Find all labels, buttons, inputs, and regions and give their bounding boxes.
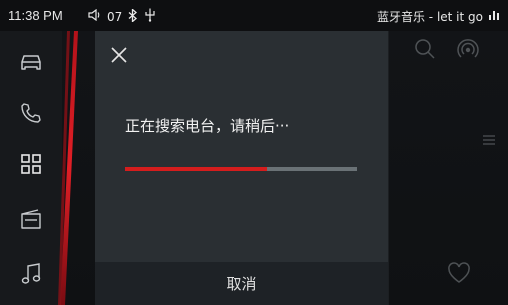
now-playing-text: 蓝牙音乐 - let it go	[376, 10, 483, 24]
heart-icon[interactable]	[447, 262, 471, 288]
search-icon[interactable]	[414, 38, 436, 64]
search-progress-bar	[125, 167, 357, 171]
status-bar: 11:38 PM 07 蓝牙音乐 - let it go	[0, 0, 508, 31]
sidebar-accent-stripe	[58, 31, 78, 305]
volume-icon	[88, 8, 101, 24]
phone-icon	[20, 102, 42, 128]
sidebar-item-radio[interactable]	[0, 195, 62, 247]
sidebar-item-apps[interactable]	[0, 140, 62, 192]
status-icons: 07	[88, 7, 156, 25]
close-icon[interactable]	[109, 45, 129, 65]
sidebar-item-phone[interactable]	[0, 89, 62, 141]
music-note-icon	[21, 263, 41, 289]
searching-message: 正在搜索电台，请稍后···	[125, 117, 290, 135]
sidebar-item-car[interactable]	[0, 38, 62, 90]
now-playing-indicator: 蓝牙音乐 - let it go	[377, 8, 500, 25]
volume-level: 07	[107, 9, 123, 24]
car-icon	[19, 52, 43, 76]
radio-icon	[20, 208, 42, 234]
sidebar	[0, 31, 62, 305]
bluetooth-icon	[128, 7, 138, 25]
equalizer-icon	[488, 9, 500, 24]
background-divider	[388, 31, 389, 305]
search-progress-fill	[125, 167, 267, 171]
apps-grid-icon	[21, 154, 41, 178]
usb-icon	[144, 8, 156, 25]
clock: 11:38 PM	[8, 8, 63, 23]
broadcast-icon[interactable]	[456, 37, 480, 65]
cancel-button[interactable]: 取消	[95, 262, 388, 305]
searching-dialog: 正在搜索电台，请稍后··· 取消	[95, 31, 388, 305]
sidebar-item-music[interactable]	[0, 250, 62, 302]
menu-icon[interactable]	[482, 131, 496, 150]
screen: 11:38 PM 07 蓝牙音乐 - let it go 正在搜索电台，请稍后·…	[0, 0, 508, 305]
